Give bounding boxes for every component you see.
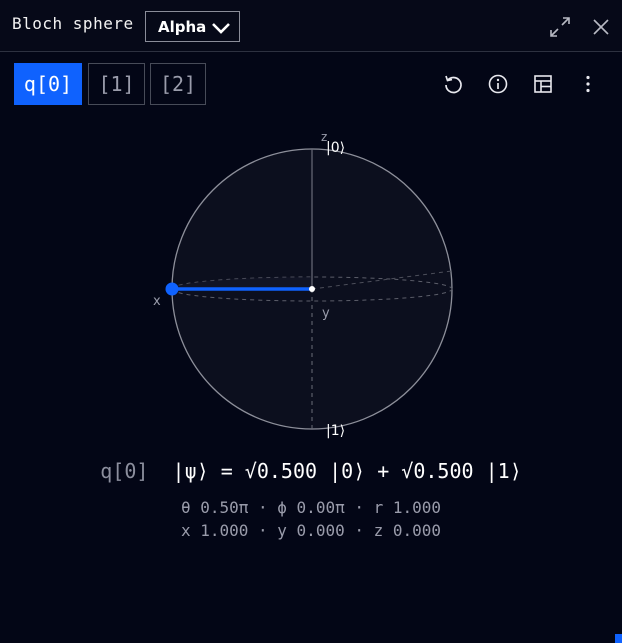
reset-icon[interactable] <box>442 73 464 95</box>
resize-handle[interactable] <box>615 634 622 643</box>
overflow-menu-icon[interactable] <box>577 73 599 95</box>
tab-q1[interactable]: [1] <box>88 63 145 105</box>
x-axis-label: x <box>153 294 161 309</box>
visualization-dropdown[interactable]: Alpha <box>145 11 240 42</box>
formula-qubit-label: q[0] <box>100 459 149 483</box>
tab-q2[interactable]: [2] <box>150 63 206 105</box>
chevron-down-icon <box>212 23 230 34</box>
state-vector-head <box>165 282 179 296</box>
panel-header: Bloch sphere Alpha <box>0 0 622 52</box>
tab-q0[interactable]: q[0] <box>14 63 82 105</box>
state-formula: q[0] |ψ⟩ = √0.500 |0⟩ + √0.500 |1⟩ <box>0 459 622 483</box>
expand-icon[interactable] <box>549 16 571 38</box>
state-angles: θ 0.50π · ϕ 0.00π · r 1.000 <box>180 498 442 517</box>
ket-zero-label: |0⟩ <box>326 140 345 156</box>
table-icon[interactable] <box>532 73 554 95</box>
y-axis-label: y <box>322 306 330 321</box>
panel-title: Bloch sphere <box>12 14 134 33</box>
close-icon[interactable] <box>590 16 612 38</box>
bloch-sphere: z |0⟩ |1⟩ x y <box>153 130 453 439</box>
info-icon[interactable] <box>487 73 509 95</box>
formula-expression: |ψ⟩ = √0.500 |0⟩ + √0.500 |1⟩ <box>172 459 522 483</box>
ket-one-label: |1⟩ <box>326 423 345 439</box>
dropdown-selected-value: Alpha <box>158 18 207 36</box>
state-coordinates: x 1.000 · y 0.000 · z 0.000 <box>180 521 442 540</box>
sphere-origin <box>309 286 315 292</box>
